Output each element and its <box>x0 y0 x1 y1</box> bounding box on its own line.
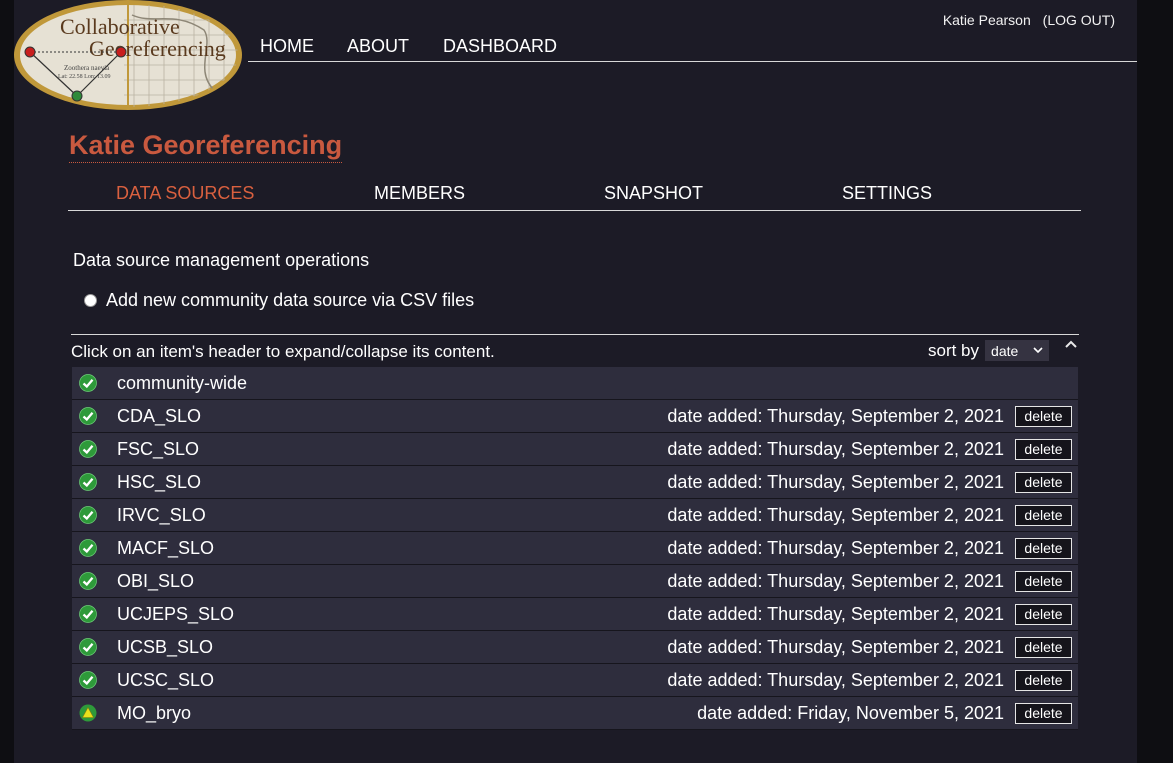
delete-button[interactable]: delete <box>1015 703 1072 724</box>
delete-button[interactable]: delete <box>1015 604 1072 625</box>
check-status-icon <box>79 671 97 689</box>
project-tabs: DATA SOURCES MEMBERS SNAPSHOT SETTINGS <box>68 181 1081 211</box>
list-item-name[interactable]: UCSB_SLO <box>117 637 213 658</box>
list-item-date: date added: Thursday, September 2, 2021 <box>667 637 1004 657</box>
list-item-name[interactable]: community-wide <box>117 373 247 394</box>
tab-settings[interactable]: SETTINGS <box>842 183 932 204</box>
list-item[interactable]: OBI_SLO date added: Thursday, September 2… <box>72 565 1078 598</box>
list-hint: Click on an item's header to expand/coll… <box>71 342 495 361</box>
list-item-date: date added: Thursday, September 2, 2021 <box>667 538 1004 558</box>
list-item[interactable]: MO_bryo date added: Friday, November 5, 2… <box>72 697 1078 730</box>
tab-data-sources[interactable]: DATA SOURCES <box>116 183 254 204</box>
list-item[interactable]: CDA_SLO date added: Thursday, September 2… <box>72 400 1078 433</box>
divider <box>71 334 1079 335</box>
list-item-date: date added: Friday, November 5, 2021 <box>697 703 1004 723</box>
list-item-date: date added: Thursday, September 2, 2021 <box>667 406 1004 426</box>
sort-control: sort by date <box>928 340 1050 361</box>
list-item-date: date added: Thursday, September 2, 2021 <box>667 439 1004 459</box>
page-title: Katie Georeferencing <box>69 130 343 163</box>
list-item-name[interactable]: FSC_SLO <box>117 439 199 460</box>
list-item[interactable]: HSC_SLO date added: Thursday, September 2… <box>72 466 1078 499</box>
nav-about[interactable]: ABOUT <box>347 36 409 57</box>
user-name: Katie Pearson <box>942 12 1031 28</box>
logo-line2: Georeferencing <box>89 36 226 61</box>
delete-button[interactable]: delete <box>1015 439 1072 460</box>
check-status-icon <box>79 473 97 491</box>
logout-link[interactable]: (LOG OUT) <box>1043 12 1115 28</box>
list-item[interactable]: IRVC_SLO date added: Thursday, September … <box>72 499 1078 532</box>
top-nav: HOME ABOUT DASHBOARD <box>248 34 1137 62</box>
sort-label: sort by <box>928 340 980 360</box>
collapse-all-chevron-up-icon[interactable] <box>1064 337 1078 351</box>
nav-dashboard[interactable]: DASHBOARD <box>443 36 557 57</box>
list-item-name[interactable]: OBI_SLO <box>117 571 194 592</box>
data-source-list: community-wide CDA_SLOdate added: Thursd… <box>72 367 1078 730</box>
check-status-icon <box>79 605 97 623</box>
collaborative-georeferencing-logo[interactable]: Collaborative Georeferencing Zoothera na… <box>14 0 246 112</box>
check-status-icon <box>79 407 97 425</box>
check-status-icon <box>79 440 97 458</box>
delete-button[interactable]: delete <box>1015 538 1072 559</box>
list-item-name[interactable]: MACF_SLO <box>117 538 214 559</box>
tab-snapshot[interactable]: SNAPSHOT <box>604 183 703 204</box>
list-item-date: date added: Thursday, September 2, 2021 <box>667 505 1004 525</box>
list-item[interactable]: UCSB_SLO date added: Thursday, September … <box>72 631 1078 664</box>
chevron-down-icon <box>1033 347 1043 354</box>
add-csv-option[interactable]: Add new community data source via CSV fi… <box>84 290 474 311</box>
list-item-name[interactable]: HSC_SLO <box>117 472 201 493</box>
list-item-name[interactable]: UCJEPS_SLO <box>117 604 234 625</box>
delete-button[interactable]: delete <box>1015 571 1072 592</box>
delete-button[interactable]: delete <box>1015 670 1072 691</box>
check-status-icon <box>79 506 97 524</box>
list-item-name[interactable]: CDA_SLO <box>117 406 201 427</box>
red-point-icon <box>115 46 127 58</box>
user-bar: Katie Pearson (LOG OUT) <box>943 12 1115 28</box>
logo-caption1: Zoothera naevia <box>64 64 110 72</box>
sort-select[interactable]: date <box>985 340 1050 361</box>
add-csv-radio[interactable] <box>84 294 97 307</box>
list-item[interactable]: FSC_SLO date added: Thursday, September 2… <box>72 433 1078 466</box>
logo-caption2: Lat: 22.58 Lon: 13.09 <box>58 74 111 80</box>
list-item[interactable]: MACF_SLO date added: Thursday, September … <box>72 532 1078 565</box>
list-item-name[interactable]: IRVC_SLO <box>117 505 206 526</box>
list-item-name[interactable]: UCSC_SLO <box>117 670 214 691</box>
tab-members[interactable]: MEMBERS <box>374 183 465 204</box>
list-item-name[interactable]: MO_bryo <box>117 703 191 724</box>
delete-button[interactable]: delete <box>1015 505 1072 526</box>
add-csv-label[interactable]: Add new community data source via CSV fi… <box>106 290 474 311</box>
list-item[interactable]: community-wide <box>72 367 1078 400</box>
check-status-icon <box>79 374 97 392</box>
page: Collaborative Georeferencing Zoothera na… <box>14 0 1137 763</box>
delete-button[interactable]: delete <box>1015 472 1072 493</box>
nav-home[interactable]: HOME <box>260 36 314 57</box>
warning-status-icon <box>79 704 97 722</box>
list-item[interactable]: UCJEPS_SLO date added: Thursday, Septembe… <box>72 598 1078 631</box>
list-item-date: date added: Thursday, September 2, 2021 <box>667 604 1004 624</box>
green-point-icon <box>71 90 83 102</box>
check-status-icon <box>79 572 97 590</box>
list-item-date: date added: Thursday, September 2, 2021 <box>667 670 1004 690</box>
list-item[interactable]: UCSC_SLO date added: Thursday, September … <box>72 664 1078 697</box>
red-point-icon <box>24 46 36 58</box>
operations-heading: Data source management operations <box>73 250 370 270</box>
delete-button[interactable]: delete <box>1015 406 1072 427</box>
check-status-icon <box>79 539 97 557</box>
check-status-icon <box>79 638 97 656</box>
list-item-date: date added: Thursday, September 2, 2021 <box>667 571 1004 591</box>
delete-button[interactable]: delete <box>1015 637 1072 658</box>
list-item-date: date added: Thursday, September 2, 2021 <box>667 472 1004 492</box>
sort-value: date <box>991 342 1019 359</box>
